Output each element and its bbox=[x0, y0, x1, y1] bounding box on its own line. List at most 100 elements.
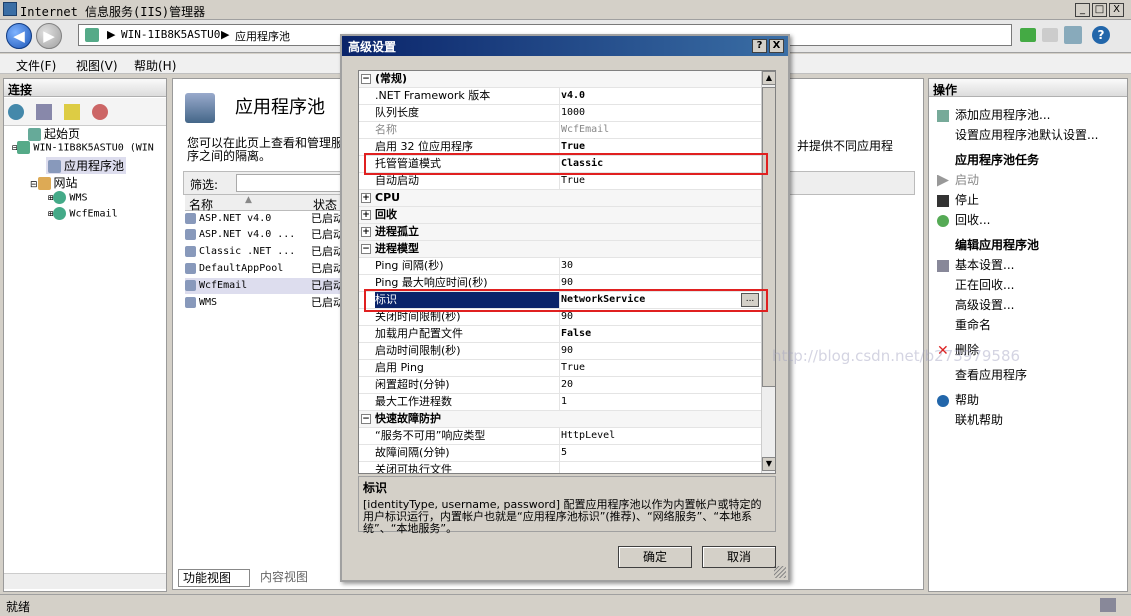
property-row[interactable]: 名称 WcfEmail bbox=[359, 122, 761, 139]
tree-app-pools[interactable]: 应用程序池 bbox=[46, 157, 127, 174]
tree-label: 起始页 bbox=[44, 127, 81, 141]
property-row[interactable]: 自动启动 True bbox=[359, 173, 761, 190]
expand-icon[interactable]: + bbox=[361, 193, 371, 203]
pool-name: DefaultAppPool bbox=[199, 263, 284, 274]
refresh-icon[interactable] bbox=[1020, 28, 1036, 42]
expand-icon[interactable]: + bbox=[361, 210, 371, 220]
property-value: True bbox=[561, 175, 586, 186]
scroll-down-icon[interactable]: ▼ bbox=[762, 457, 775, 471]
description-line-1: 您可以在此页上查看和管理服 bbox=[187, 136, 344, 150]
action-basic-settings[interactable]: 基本设置... bbox=[937, 256, 1014, 273]
property-value: HttpLevel bbox=[561, 430, 616, 441]
action-add-pool[interactable]: 添加应用程序池... bbox=[937, 106, 1050, 123]
menu-help[interactable]: 帮助(H) bbox=[134, 57, 176, 74]
property-row[interactable]: 加载用户配置文件 False bbox=[359, 326, 761, 343]
property-row[interactable]: 关闭可执行文件 bbox=[359, 462, 761, 473]
collapse-icon[interactable]: − bbox=[361, 414, 371, 424]
dialog-help-button[interactable]: ? bbox=[752, 39, 767, 53]
property-row[interactable]: 启动时间限制(秒) 90 bbox=[359, 343, 761, 360]
forward-button[interactable]: ▶ bbox=[36, 23, 62, 49]
property-name: “服务不可用”响应类型 bbox=[375, 429, 486, 442]
help-icon[interactable]: ? bbox=[1092, 26, 1110, 44]
category-general[interactable]: − (常规) bbox=[359, 71, 761, 88]
ok-button[interactable]: 确定 bbox=[618, 546, 692, 568]
pool-name: Classic .NET ... bbox=[199, 246, 296, 257]
category-cpu[interactable]: + CPU bbox=[359, 190, 761, 207]
collapse-icon[interactable]: − bbox=[361, 74, 371, 84]
action-set-defaults[interactable]: 设置应用程序池默认设置... bbox=[955, 126, 1098, 143]
tree-label: WIN-1IB8K5ASTU0 (WIN bbox=[33, 142, 154, 154]
tab-features-view[interactable]: 功能视图 bbox=[178, 569, 250, 587]
category-label: CPU bbox=[375, 191, 401, 204]
action-view-applications[interactable]: 查看应用程序 bbox=[955, 366, 1027, 383]
property-row[interactable]: 队列长度 1000 bbox=[359, 105, 761, 122]
sites-folder-icon bbox=[37, 177, 51, 190]
category-process-orphaning[interactable]: + 进程孤立 bbox=[359, 224, 761, 241]
save-icon[interactable] bbox=[36, 104, 52, 120]
filter-input[interactable] bbox=[236, 174, 356, 192]
breadcrumb-server[interactable]: WIN-1IB8K5ASTU0 bbox=[121, 28, 220, 41]
action-recycle[interactable]: 回收... bbox=[937, 211, 990, 228]
expand-icon[interactable]: + bbox=[361, 227, 371, 237]
start-page-icon bbox=[28, 128, 41, 141]
action-label: 帮助 bbox=[955, 393, 980, 407]
stop-icon[interactable] bbox=[1042, 28, 1058, 42]
dialog-close-button[interactable]: X bbox=[769, 39, 784, 53]
property-row[interactable]: 故障间隔(分钟) 5 bbox=[359, 445, 761, 462]
horizontal-scrollbar[interactable] bbox=[4, 573, 166, 589]
resize-grip[interactable] bbox=[774, 566, 786, 578]
property-name: 队列长度 bbox=[375, 106, 419, 119]
pool-icon bbox=[185, 245, 196, 257]
section-edit-pool: 编辑应用程序池 bbox=[955, 238, 1040, 252]
tree-site-wms[interactable]: ⊞ WMS bbox=[48, 191, 87, 204]
tab-content-view[interactable]: 内容视图 bbox=[256, 569, 330, 587]
disconnect-icon[interactable] bbox=[92, 104, 108, 120]
action-recycling[interactable]: 正在回收... bbox=[955, 276, 1014, 293]
cancel-button[interactable]: 取消 bbox=[702, 546, 776, 568]
property-row[interactable]: 最大工作进程数 1 bbox=[359, 394, 761, 411]
up-level-icon[interactable] bbox=[64, 104, 80, 120]
actions-header: 操作 bbox=[929, 79, 1127, 97]
tab-label: 内容视图 bbox=[260, 570, 309, 584]
scroll-up-icon[interactable]: ▲ bbox=[762, 71, 775, 85]
description-body: [identityType, username, password] 配置应用程… bbox=[363, 498, 762, 535]
action-label: 启动 bbox=[955, 173, 980, 187]
menu-view[interactable]: 视图(V) bbox=[76, 57, 118, 74]
action-stop[interactable]: 停止 bbox=[937, 191, 979, 208]
close-button[interactable]: X bbox=[1109, 3, 1124, 17]
home-icon[interactable] bbox=[1064, 26, 1082, 44]
tree-sites[interactable]: ⊟ 网站 bbox=[30, 174, 78, 191]
menu-file[interactable]: 文件(F) bbox=[16, 57, 56, 74]
tree-start-page[interactable]: 起始页 bbox=[28, 125, 80, 142]
connect-icon[interactable] bbox=[8, 104, 24, 120]
minimize-button[interactable]: _ bbox=[1075, 3, 1090, 17]
back-button[interactable]: ◀ bbox=[6, 23, 32, 49]
category-process-model[interactable]: − 进程模型 bbox=[359, 241, 761, 258]
property-row[interactable]: 闲置超时(分钟) 20 bbox=[359, 377, 761, 394]
recycle-icon bbox=[937, 214, 949, 227]
property-row[interactable]: .NET Framework 版本 v4.0 bbox=[359, 88, 761, 105]
category-recycling[interactable]: + 回收 bbox=[359, 207, 761, 224]
scroll-thumb[interactable] bbox=[762, 87, 775, 387]
property-value: 90 bbox=[561, 345, 574, 356]
tree-site-wcfemail[interactable]: ⊞ WcfEmail bbox=[48, 207, 118, 220]
grid-scrollbar[interactable]: ▲ ▼ bbox=[761, 71, 775, 473]
maximize-button[interactable]: □ bbox=[1092, 3, 1107, 17]
action-start[interactable]: 启动 bbox=[937, 171, 979, 188]
property-row[interactable]: “服务不可用”响应类型 HttpLevel bbox=[359, 428, 761, 445]
action-label: 添加应用程序池... bbox=[955, 108, 1051, 122]
status-bar: 就绪 bbox=[0, 594, 1131, 616]
breadcrumb-page[interactable]: 应用程序池 bbox=[235, 28, 290, 44]
globe-icon bbox=[53, 207, 67, 220]
tree-server[interactable]: ⊟ WIN-1IB8K5ASTU0 (WIN bbox=[12, 141, 154, 154]
collapse-icon[interactable]: − bbox=[361, 244, 371, 254]
action-advanced-settings[interactable]: 高级设置... bbox=[955, 296, 1014, 313]
start-icon bbox=[937, 174, 949, 187]
action-help[interactable]: 帮助 bbox=[937, 391, 979, 408]
action-rename[interactable]: 重命名 bbox=[955, 316, 991, 333]
action-online-help[interactable]: 联机帮助 bbox=[955, 411, 1003, 428]
property-row[interactable]: 启用 Ping True bbox=[359, 360, 761, 377]
category-rapid-fail[interactable]: − 快速故障防护 bbox=[359, 411, 761, 428]
property-row[interactable]: Ping 间隔(秒) 30 bbox=[359, 258, 761, 275]
pool-name: WMS bbox=[199, 297, 218, 308]
